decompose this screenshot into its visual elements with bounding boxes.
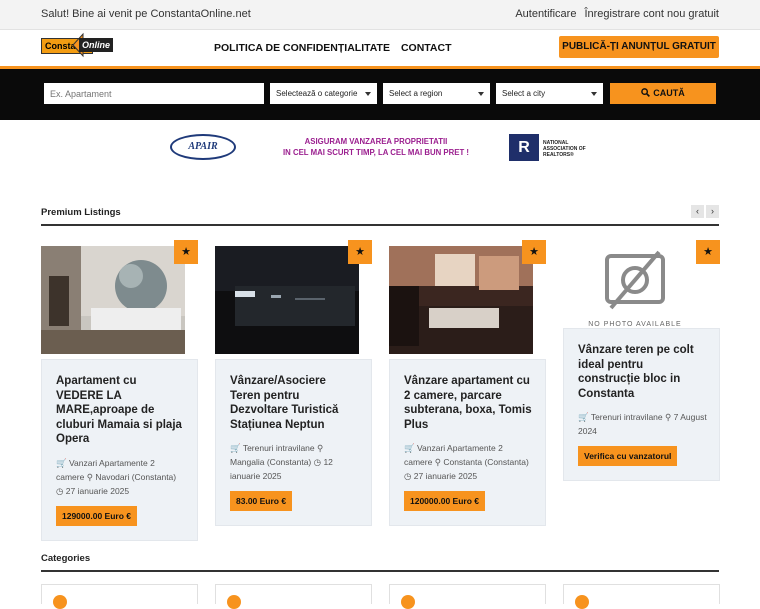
register-link[interactable]: Înregistrare cont nou gratuit — [584, 8, 719, 20]
favorite-star-icon[interactable]: ★ — [174, 240, 198, 264]
search-button[interactable]: CAUTĂ — [610, 83, 716, 104]
banner-slogan: ASIGURAM VANZAREA PROPRIETATII IN CEL MA… — [268, 136, 484, 158]
listing-photo[interactable] — [389, 246, 533, 354]
login-link[interactable]: Autentificare — [515, 8, 576, 20]
clock-icon: ◷ — [313, 457, 322, 467]
nav-privacy-policy[interactable]: POLITICA DE CONFIDENȚIALITATE — [214, 42, 390, 54]
top-bar: Salut! Bine ai venit pe ConstantaOnline.… — [0, 0, 760, 30]
logo-part2: Online — [79, 38, 114, 52]
chevron-down-icon — [591, 92, 597, 96]
slogan-line2: IN CEL MAI SCURT TIMP, LA CEL MAI BUN PR… — [283, 148, 469, 157]
auth-links: Autentificare Înregistrare cont nou grat… — [515, 8, 719, 20]
categories-title: Categories — [41, 553, 91, 564]
favorite-star-icon[interactable]: ★ — [348, 240, 372, 264]
categories-section-line — [41, 570, 719, 572]
header: Constanta Online POLITICA DE CONFIDENȚIA… — [0, 30, 760, 66]
listing-price[interactable]: Verifica cu vanzatorul — [578, 446, 678, 466]
premium-listings-title: Premium Listings — [41, 207, 121, 218]
listing-price: 83.00 Euro € — [230, 491, 293, 511]
main-nav: POLITICA DE CONFIDENȚIALITATE CONTACT — [214, 42, 452, 54]
slogan-line1: ASIGURAM VANZAREA PROPRIETATII — [304, 137, 448, 146]
listing-category[interactable]: Terenuri intravilane — [243, 443, 315, 453]
map-pin-icon: ⚲ — [86, 471, 93, 482]
cart-icon: 🛒 — [56, 457, 67, 468]
listing-photo[interactable] — [215, 246, 359, 354]
carousel-prev-button[interactable]: ‹ — [691, 205, 704, 218]
listing-title[interactable]: Vânzare apartament cu 2 camere, parcare … — [390, 360, 545, 432]
listing-meta: 🛒 Vanzari Apartamente 2 camere ⚲ Constan… — [390, 432, 545, 483]
publish-ad-button[interactable]: PUBLICĂ-ȚI ANUNȚUL GRATUIT — [559, 36, 719, 58]
search-icon — [641, 88, 651, 97]
listing-price: 120000.00 Euro € — [404, 491, 485, 511]
category-icon — [401, 595, 415, 609]
clock-icon: ◷ — [404, 471, 412, 481]
chevron-down-icon — [478, 92, 484, 96]
favorite-star-icon[interactable]: ★ — [522, 240, 546, 264]
partner-banner: APAIR ASIGURAM VANZAREA PROPRIETATII IN … — [0, 120, 760, 170]
listing-location: Navodari (Constanta) — [95, 471, 177, 482]
carousel-next-button[interactable]: › — [706, 205, 719, 218]
city-select-value: Select a city — [502, 89, 546, 98]
category-icon — [53, 595, 67, 609]
category-select-value: Selectează o categorie — [276, 89, 358, 98]
map-pin-icon: ⚲ — [434, 457, 441, 467]
category-icon — [575, 595, 589, 609]
nar-line3: REALTORS® — [543, 152, 574, 158]
cart-icon: 🛒 — [404, 443, 415, 453]
nar-logo: R — [509, 134, 539, 161]
site-logo[interactable]: Constanta Online — [41, 32, 121, 58]
listing-body: Apartament cu VEDERE LA MARE,aproape de … — [41, 359, 198, 541]
no-photo-icon — [605, 250, 665, 310]
favorite-star-icon[interactable]: ★ — [696, 240, 720, 264]
category-select[interactable]: Selectează o categorie — [270, 83, 377, 104]
listing-meta: 🛒 Terenuri intravilane ⚲ 7 August 2024 — [564, 401, 719, 438]
listing-location: Mangalia (Constanta) — [230, 457, 312, 467]
clock-icon: ◷ — [56, 485, 64, 496]
region-select[interactable]: Select a region — [383, 83, 490, 104]
listing-category[interactable]: Terenuri intravilane — [591, 412, 663, 422]
listing-title[interactable]: Vânzare teren pe colt ideal pentru const… — [564, 329, 719, 401]
no-photo-text: NO PHOTO AVAILABLE — [588, 321, 682, 328]
cart-icon: 🛒 — [578, 412, 589, 422]
welcome-text: Salut! Bine ai venit pe ConstantaOnline.… — [41, 8, 251, 20]
category-card[interactable] — [563, 584, 720, 609]
listing-title[interactable]: Apartament cu VEDERE LA MARE,aproape de … — [42, 360, 197, 447]
category-card[interactable] — [215, 584, 372, 609]
search-bar: Selectează o categorie Select a region S… — [0, 69, 760, 120]
chevron-down-icon — [365, 92, 371, 96]
search-button-label: CAUTĂ — [653, 88, 685, 98]
category-icon — [227, 595, 241, 609]
listing-date: 27 ianuarie 2025 — [65, 485, 130, 496]
listing-body: Vânzare/Asociere Teren pentru Dezvoltare… — [215, 359, 372, 526]
cart-icon: 🛒 — [230, 443, 241, 453]
search-input[interactable] — [44, 83, 264, 104]
map-pin-icon: ⚲ — [665, 412, 672, 422]
region-select-value: Select a region — [389, 89, 443, 98]
nar-text: NATIONAL ASSOCIATION OF REALTORS® — [543, 140, 603, 158]
category-card[interactable] — [389, 584, 546, 609]
map-pin-icon: ⚲ — [317, 443, 324, 453]
listing-title[interactable]: Vânzare/Asociere Teren pentru Dezvoltare… — [216, 360, 371, 432]
nav-contact[interactable]: CONTACT — [401, 42, 452, 54]
listing-location: Constanta (Constanta) — [443, 457, 529, 467]
listing-price: 129000.00 Euro € — [56, 505, 137, 526]
listing-date: 27 ianuarie 2025 — [413, 471, 478, 481]
listing-body: Vânzare apartament cu 2 camere, parcare … — [389, 359, 546, 526]
apair-logo: APAIR — [170, 134, 236, 160]
listing-meta: 🛒 Vanzari Apartamente 2 camere ⚲ Navodar… — [42, 447, 197, 498]
carousel-arrows: ‹ › — [691, 205, 719, 218]
premium-section-line — [41, 224, 719, 226]
city-select[interactable]: Select a city — [496, 83, 603, 104]
listing-meta: 🛒 Terenuri intravilane ⚲ Mangalia (Const… — [216, 432, 371, 483]
category-card[interactable] — [41, 584, 198, 609]
category-cards — [41, 584, 720, 609]
listing-body: Vânzare teren pe colt ideal pentru const… — [563, 328, 720, 481]
listing-photo[interactable] — [41, 246, 185, 354]
